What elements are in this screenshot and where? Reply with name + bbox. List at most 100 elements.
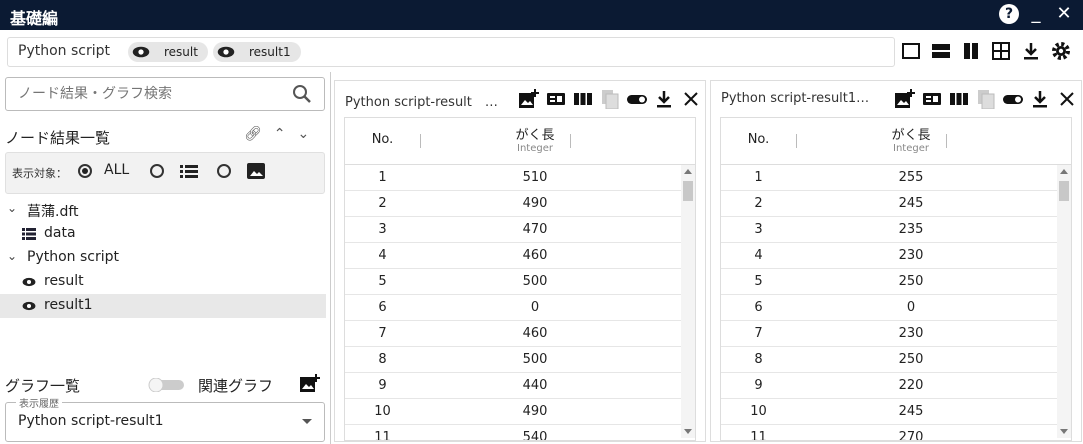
table-row[interactable]: 1 510 <box>345 165 695 191</box>
expand-all-icon[interactable]: ⌃ <box>274 126 286 142</box>
related-graph-toggle[interactable] <box>146 378 186 392</box>
chevron-down-icon[interactable]: ⌄ <box>7 249 17 263</box>
column-header-value[interactable]: がく長 Integer <box>851 124 971 154</box>
link-icon[interactable]: 🔗︎ <box>244 126 262 142</box>
cell-value: 490 <box>522 404 548 419</box>
tree-item-result[interactable]: result <box>0 270 326 294</box>
table-row[interactable]: 7 460 <box>345 321 695 347</box>
download-icon[interactable] <box>654 89 674 109</box>
column-header-no[interactable]: No. <box>345 132 420 147</box>
download-icon[interactable] <box>1030 89 1050 109</box>
cell-value: 540 <box>522 430 548 441</box>
table-row[interactable]: 6 0 <box>345 295 695 321</box>
table-row[interactable]: 4 230 <box>721 243 1071 269</box>
table-row[interactable]: 10 490 <box>345 399 695 425</box>
table-row[interactable]: 9 440 <box>345 373 695 399</box>
panel-title: Python script-result1… <box>721 91 870 106</box>
cell-value: 245 <box>898 196 924 211</box>
scroll-down-icon[interactable] <box>684 429 692 434</box>
add-graph-icon[interactable] <box>300 374 320 392</box>
row-number: 1 <box>378 170 387 185</box>
table-row[interactable]: 6 0 <box>721 295 1071 321</box>
columns-icon[interactable] <box>949 89 969 109</box>
cell-value: 230 <box>898 248 924 263</box>
tree-item-result1[interactable]: result1 <box>0 294 326 318</box>
column-resizer[interactable] <box>570 134 571 148</box>
scroll-thumb[interactable] <box>1059 181 1069 201</box>
table-row[interactable]: 3 470 <box>345 217 695 243</box>
columns-layout-icon[interactable] <box>960 40 982 62</box>
columns-icon[interactable] <box>573 89 593 109</box>
gear-icon[interactable] <box>1050 40 1072 62</box>
close-icon[interactable] <box>1057 89 1077 109</box>
row-number: 11 <box>750 430 767 441</box>
scroll-thumb[interactable] <box>683 181 693 201</box>
tree-item-data[interactable]: data <box>0 222 326 246</box>
search-box <box>5 77 325 111</box>
scroll-up-icon[interactable] <box>1060 169 1068 174</box>
chevron-down-icon[interactable]: ⌄ <box>7 201 17 215</box>
chip-result[interactable]: result <box>128 42 208 62</box>
minimize-icon[interactable]: _ <box>1025 3 1047 25</box>
history-value: Python script-result1 <box>18 413 164 429</box>
table-row[interactable]: 5 500 <box>345 269 695 295</box>
table-row[interactable]: 2 245 <box>721 191 1071 217</box>
tree-item-label: Python script <box>27 249 119 265</box>
table-row[interactable]: 8 500 <box>345 347 695 373</box>
chip-result1[interactable]: result1 <box>213 42 301 62</box>
column-resizer[interactable] <box>946 134 947 148</box>
tree-item-dft[interactable]: ⌄ 菖蒲.dft <box>0 198 326 222</box>
table-row[interactable]: 10 245 <box>721 399 1071 425</box>
cell-value: 510 <box>522 170 548 185</box>
vertical-scrollbar[interactable] <box>1057 165 1071 438</box>
close-icon[interactable] <box>681 89 701 109</box>
table-row[interactable]: 8 250 <box>721 347 1071 373</box>
radio-graph[interactable] <box>217 164 231 178</box>
collapse-all-icon[interactable]: ⌄ <box>298 126 310 142</box>
row-number: 8 <box>378 352 387 367</box>
search-icon[interactable] <box>292 84 312 104</box>
help-icon[interactable]: ? <box>999 4 1019 24</box>
radio-table[interactable] <box>150 164 164 178</box>
rows-layout-icon[interactable] <box>930 40 952 62</box>
grid-layout-icon[interactable] <box>990 40 1012 62</box>
vertical-scrollbar[interactable] <box>681 165 695 438</box>
scroll-up-icon[interactable] <box>684 169 692 174</box>
radio-all[interactable] <box>78 164 92 178</box>
scroll-down-icon[interactable] <box>1060 429 1068 434</box>
copy-icon[interactable] <box>976 89 996 110</box>
table-row[interactable]: 4 460 <box>345 243 695 269</box>
card-view-icon[interactable] <box>922 89 942 109</box>
row-number: 4 <box>754 248 763 263</box>
toggle-icon[interactable] <box>1003 89 1023 109</box>
data-grid: No. がく長 Integer 1 255 2 245 3 235 4 230 … <box>720 117 1072 441</box>
close-icon[interactable]: ✕ <box>1053 3 1075 25</box>
cell-value: 460 <box>522 248 548 263</box>
add-graph-icon[interactable] <box>895 89 915 109</box>
grid-rows: 1 510 2 490 3 470 4 460 5 500 6 0 7 460 … <box>345 165 695 441</box>
toggle-icon[interactable] <box>627 89 647 109</box>
table-row[interactable]: 5 250 <box>721 269 1071 295</box>
card-view-icon[interactable] <box>546 89 566 109</box>
table-row[interactable]: 1 255 <box>721 165 1071 191</box>
column-header-no[interactable]: No. <box>721 132 796 147</box>
row-number: 9 <box>754 378 763 393</box>
search-input[interactable] <box>16 85 280 103</box>
table-row[interactable]: 11 270 <box>721 425 1071 441</box>
table-row[interactable]: 7 230 <box>721 321 1071 347</box>
table-row[interactable]: 11 540 <box>345 425 695 441</box>
copy-icon[interactable] <box>600 89 620 110</box>
column-resizer[interactable] <box>796 134 797 148</box>
download-icon[interactable] <box>1020 40 1042 62</box>
table-row[interactable]: 3 235 <box>721 217 1071 243</box>
table-row[interactable]: 9 220 <box>721 373 1071 399</box>
tree-item-python-script[interactable]: ⌄ Python script <box>0 246 326 270</box>
node-results-title: ノード結果一覧 <box>5 129 111 147</box>
panel-header: Python script-result … <box>335 81 705 117</box>
column-resizer[interactable] <box>420 134 421 148</box>
single-layout-icon[interactable] <box>900 40 922 62</box>
table-row[interactable]: 2 490 <box>345 191 695 217</box>
column-header-value[interactable]: がく長 Integer <box>475 124 595 154</box>
history-select[interactable]: 表示履歴 Python script-result1 <box>5 395 325 442</box>
add-graph-icon[interactable] <box>519 89 539 109</box>
